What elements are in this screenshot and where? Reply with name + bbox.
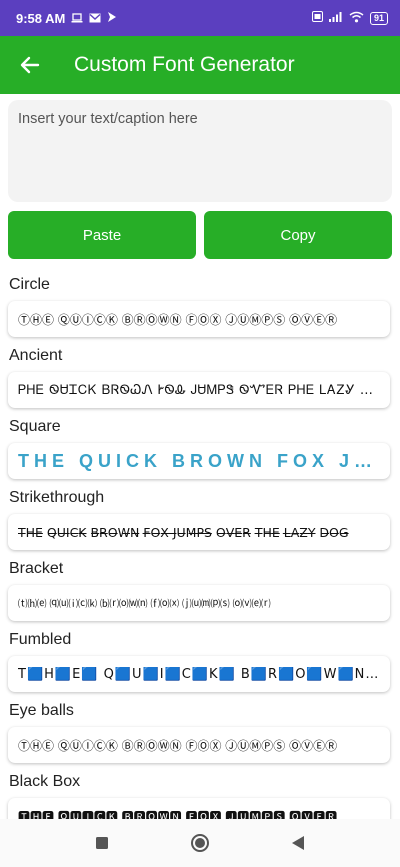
style-card-ancient[interactable]: ᏢᎻᎬ ᏫᏌᏆᏟᏦ ᏴᏒᏫᏇᏁ ᎨᏫᎲ ᎫᏌᎷᏢᏕ ᏫᏉᎬᏒ ᏢᎻᎬ ᏞᎪᏃᎽ … <box>8 372 390 408</box>
wifi-icon <box>349 11 364 26</box>
style-card-square[interactable]: THE QUICK BROWN FOX JUMPS <box>8 443 390 479</box>
app-title: Custom Font Generator <box>74 53 295 76</box>
back-icon <box>292 836 304 850</box>
caption-input[interactable] <box>8 100 392 202</box>
battery-indicator: 91 <box>369 11 388 25</box>
arrow-left-icon <box>20 56 40 74</box>
volte-icon <box>311 11 323 25</box>
status-time: 9:58 AM <box>16 10 66 26</box>
system-back-button[interactable] <box>284 829 312 857</box>
style-label-square: Square <box>9 418 61 435</box>
style-sample: THE QUICK BROWN FOX JUMPS <box>18 450 380 471</box>
style-sample: ⓉⒽⒺ ⓆⓊⒾⒸⓀ ⒷⓇⓄⓌⓃ ⒻⓄⓍ ⒿⓊⓂⓅⓈ ⓄⓋⒺⓇ <box>18 738 338 753</box>
status-right: 91 <box>311 11 388 26</box>
app-bar: Custom Font Generator <box>0 36 400 94</box>
home-button[interactable] <box>186 829 214 857</box>
copy-button[interactable]: Copy <box>204 211 392 259</box>
status-bar: 9:58 AM 91 <box>0 0 400 36</box>
style-sample: T̶H̶E̶ Q̶U̶I̶C̶K̶ B̶R̶O̶W̶N̶ F̶O̶X̶ J̶U̶… <box>18 524 349 540</box>
navigation-bar <box>0 819 400 867</box>
style-label-black-box: Black Box <box>9 773 81 790</box>
style-label-fumbled: Fumbled <box>9 631 72 648</box>
signal-icon <box>328 11 343 25</box>
mail-icon <box>89 11 101 26</box>
style-label-strikethrough: Strikethrough <box>9 489 105 506</box>
style-card-circle[interactable]: ⓉⒽⒺ ⓆⓊⒾⒸⓀ ⒷⓇⓄⓌⓃ ⒻⓄⓍ ⒿⓊⓂⓅⓈ ⓄⓋⒺⓇ <box>8 301 390 337</box>
laptop-icon <box>71 11 83 26</box>
recents-icon <box>96 837 108 849</box>
style-label-circle: Circle <box>9 276 50 293</box>
style-label-ancient: Ancient <box>9 347 63 364</box>
flash-icon <box>107 11 117 26</box>
paste-button[interactable]: Paste <box>8 211 196 259</box>
recents-button[interactable] <box>88 829 116 857</box>
style-sample: ᏢᎻᎬ ᏫᏌᏆᏟᏦ ᏴᏒᏫᏇᏁ ᎨᏫᎲ ᎫᏌᎷᏢᏕ ᏫᏉᎬᏒ ᏢᎻᎬ ᏞᎪᏃᎽ … <box>18 382 380 398</box>
style-label-bracket: Bracket <box>9 560 64 577</box>
style-card-fumbled[interactable]: T🟦H🟦E🟦 Q🟦U🟦I🟦C🟦K🟦 B🟦R🟦O🟦W🟦N🟦 <box>8 656 390 692</box>
style-card-eye-balls[interactable]: ⓉⒽⒺ ⓆⓊⒾⒸⓀ ⒷⓇⓄⓌⓃ ⒻⓄⓍ ⒿⓊⓂⓅⓈ ⓄⓋⒺⓇ <box>8 727 390 763</box>
style-sample: ⓉⒽⒺ ⓆⓊⒾⒸⓀ ⒷⓇⓄⓌⓃ ⒻⓄⓍ ⒿⓊⓂⓅⓈ ⓄⓋⒺⓇ <box>18 312 338 327</box>
home-icon <box>191 834 209 852</box>
style-sample: T🟦H🟦E🟦 Q🟦U🟦I🟦C🟦K🟦 B🟦R🟦O🟦W🟦N🟦 <box>18 666 380 682</box>
style-card-strikethrough[interactable]: T̶H̶E̶ Q̶U̶I̶C̶K̶ B̶R̶O̶W̶N̶ F̶O̶X̶ J̶U̶… <box>8 514 390 550</box>
style-sample: ⒯⒣⒠ ⒬⒰⒤⒞⒦ ⒝⒭⒪⒲⒩ ⒡⒪⒳ ⒥⒰⒨⒫⒮ ⒪⒱⒠⒭ <box>18 599 271 610</box>
style-card-bracket[interactable]: ⒯⒣⒠ ⒬⒰⒤⒞⒦ ⒝⒭⒪⒲⒩ ⒡⒪⒳ ⒥⒰⒨⒫⒮ ⒪⒱⒠⒭ <box>8 585 390 621</box>
status-left: 9:58 AM <box>16 11 117 26</box>
back-button[interactable] <box>16 51 44 79</box>
style-label-eye-balls: Eye balls <box>9 702 74 719</box>
